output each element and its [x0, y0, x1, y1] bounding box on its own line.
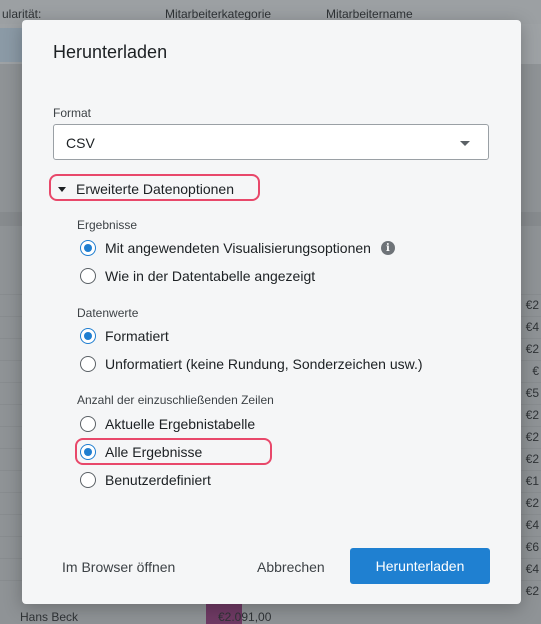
radio-values-formatted[interactable]: Formatiert	[80, 326, 169, 346]
radio-rows-all[interactable]: Alle Ergebnisse	[80, 442, 202, 462]
radio-results-datatable[interactable]: Wie in der Datentabelle angezeigt	[80, 266, 315, 286]
caret-down-icon	[58, 186, 66, 192]
format-select[interactable]: CSV	[53, 124, 489, 160]
radio-results-visualization[interactable]: Mit angewendeten Visualisierungsoptionen…	[80, 238, 395, 258]
rows-group-label: Anzahl der einzuschließenden Zeilen	[77, 393, 274, 407]
chevron-down-icon	[460, 141, 470, 146]
download-button[interactable]: Herunterladen	[350, 548, 490, 584]
values-group-label: Datenwerte	[77, 306, 139, 320]
advanced-options-label: Erweiterte Datenoptionen	[76, 181, 234, 197]
radio-label: Alle Ergebnisse	[105, 444, 203, 460]
radio-label: Benutzerdefiniert	[105, 472, 211, 488]
radio-label: Formatiert	[105, 328, 169, 344]
radio-button[interactable]	[80, 356, 96, 372]
radio-button-checked[interactable]	[80, 240, 96, 256]
radio-values-unformatted[interactable]: Unformatiert (keine Rundung, Sonderzeich…	[80, 354, 423, 374]
radio-rows-custom[interactable]: Benutzerdefiniert	[80, 470, 211, 490]
cancel-button[interactable]: Abbrechen	[257, 559, 325, 575]
open-in-browser-button[interactable]: Im Browser öffnen	[62, 559, 175, 575]
format-select-value: CSV	[66, 135, 95, 151]
radio-label: Mit angewendeten Visualisierungsoptionen	[105, 240, 371, 256]
radio-button-checked[interactable]	[80, 444, 96, 460]
bg-col-name: Mitarbeitername	[326, 7, 413, 21]
bg-col-category: Mitarbeiterkategorie	[165, 7, 272, 21]
radio-label: Unformatiert (keine Rundung, Sonderzeich…	[105, 356, 423, 372]
dialog-title: Herunterladen	[53, 42, 168, 62]
background-filter-chip	[0, 28, 22, 62]
format-label: Format	[53, 106, 92, 120]
bg-col-granularity: ularität:	[2, 7, 42, 21]
advanced-options-toggle[interactable]: Erweiterte Datenoptionen	[58, 178, 234, 200]
bg-employee-name: Hans Beck	[20, 610, 79, 624]
radio-label: Wie in der Datentabelle angezeigt	[105, 268, 316, 284]
radio-rows-current[interactable]: Aktuelle Ergebnistabelle	[80, 414, 255, 434]
radio-button[interactable]	[80, 416, 96, 432]
info-icon[interactable]: i	[380, 241, 395, 255]
download-dialog: Herunterladen Format CSV Erweiterte Date…	[22, 20, 521, 604]
radio-button[interactable]	[80, 472, 96, 488]
bg-employee-value: €2.091,00	[218, 610, 272, 624]
radio-label: Aktuelle Ergebnistabelle	[105, 416, 256, 432]
radio-button-checked[interactable]	[80, 328, 96, 344]
radio-button[interactable]	[80, 268, 96, 284]
results-group-label: Ergebnisse	[77, 218, 138, 232]
